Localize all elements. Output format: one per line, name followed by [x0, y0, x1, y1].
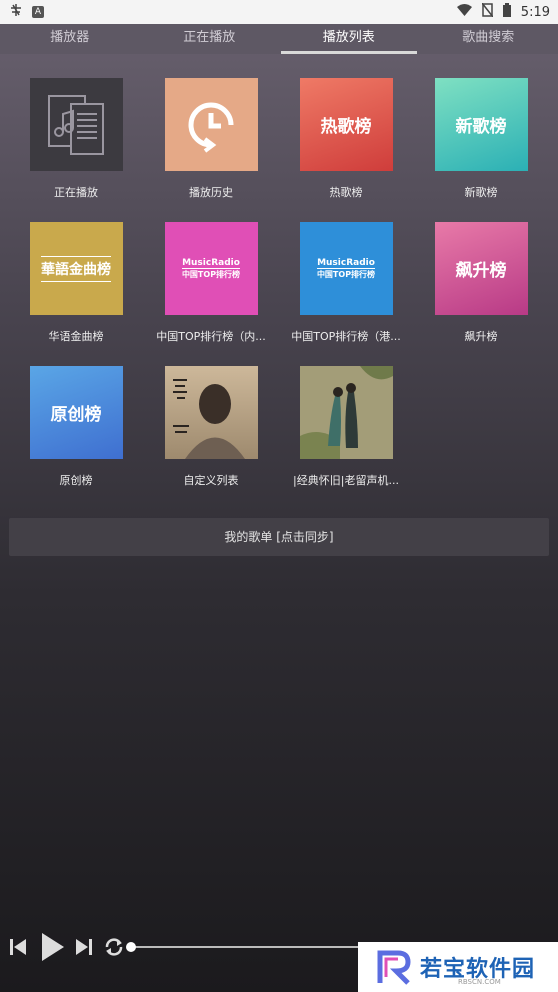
tile-label: 中国TOP排行榜（港...: [291, 330, 401, 343]
watermark-logo-icon: [377, 950, 411, 985]
next-icon[interactable]: [70, 933, 98, 961]
now-playing-cover: [29, 78, 123, 171]
rising-cover: 飙升榜: [434, 222, 528, 315]
status-bar: A 5:19: [0, 0, 558, 24]
new-songs-cover: 新歌榜: [434, 78, 528, 171]
tile-label: |经典怀旧|老留声机...: [293, 474, 399, 487]
tab-bar: 播放器 正在播放 播放列表 歌曲搜索: [0, 24, 558, 54]
chinese-golden-cover: 華語金曲榜: [29, 222, 123, 315]
tile-classic-nostalgia[interactable]: |经典怀旧|老留声机...: [286, 366, 406, 488]
progress-knob[interactable]: [126, 942, 136, 952]
tile-original[interactable]: 原创榜 原创榜: [16, 366, 136, 488]
tile-hot-songs[interactable]: 热歌榜 热歌榜: [286, 78, 406, 200]
wifi-icon: [456, 3, 472, 21]
no-sim-icon: [481, 2, 494, 21]
album-art-image: [172, 379, 245, 459]
tile-label: 新歌榜: [464, 186, 498, 199]
hot-songs-cover: 热歌榜: [299, 78, 393, 171]
tab-player[interactable]: 播放器: [0, 24, 140, 54]
tab-playlist[interactable]: 播放列表: [279, 24, 419, 54]
tile-chinese-golden[interactable]: 華語金曲榜 华语金曲榜: [16, 222, 136, 344]
tile-now-playing[interactable]: 正在播放: [16, 78, 136, 200]
classic-nostalgia-cover: [299, 366, 393, 459]
progress-track[interactable]: [128, 946, 360, 948]
tile-china-top-mainland[interactable]: MusicRadio 中国TOP排行榜 中国TOP排行榜（内...: [151, 222, 271, 344]
my-playlists-sync-button[interactable]: 我的歌单 [点击同步]: [9, 518, 549, 556]
tile-label: 播放历史: [189, 186, 233, 199]
tile-label: 自定义列表: [183, 474, 239, 487]
battery-icon: [502, 3, 511, 21]
album-art-image: [299, 366, 393, 459]
watermark: 若宝软件园 RBSCN.COM: [358, 942, 558, 992]
tab-now-playing[interactable]: 正在播放: [140, 24, 280, 54]
history-cover: [164, 78, 258, 171]
tab-song-search[interactable]: 歌曲搜索: [419, 24, 558, 54]
history-clock-icon: [188, 102, 234, 153]
tile-label: 飙升榜: [464, 330, 498, 343]
original-cover: 原创榜: [29, 366, 123, 459]
play-icon[interactable]: [38, 933, 66, 961]
watermark-subtext: RBSCN.COM: [458, 978, 501, 986]
tile-china-top-hk[interactable]: MusicRadio 中国TOP排行榜 中国TOP排行榜（港...: [286, 222, 406, 344]
tile-rising[interactable]: 飙升榜 飙升榜: [421, 222, 541, 344]
tile-label: 原创榜: [59, 474, 93, 487]
music-sheet-icon: [48, 94, 104, 155]
clock-time: 5:19: [520, 4, 550, 20]
tile-label: 华语金曲榜: [48, 330, 104, 343]
bug-icon: [8, 2, 24, 22]
tile-label: 热歌榜: [329, 186, 363, 199]
china-top-hk-cover: MusicRadio 中国TOP排行榜: [299, 222, 393, 315]
tile-history[interactable]: 播放历史: [151, 78, 271, 200]
notification-badge: A: [32, 6, 44, 18]
previous-icon[interactable]: [4, 933, 32, 961]
tile-label: 中国TOP排行榜（内...: [156, 330, 266, 343]
tile-new-songs[interactable]: 新歌榜 新歌榜: [421, 78, 541, 200]
china-top-mainland-cover: MusicRadio 中国TOP排行榜: [164, 222, 258, 315]
tile-label: 正在播放: [54, 186, 98, 199]
custom-list-cover: [164, 366, 258, 459]
tile-custom-list[interactable]: 自定义列表: [151, 366, 271, 488]
repeat-icon[interactable]: [100, 933, 128, 961]
